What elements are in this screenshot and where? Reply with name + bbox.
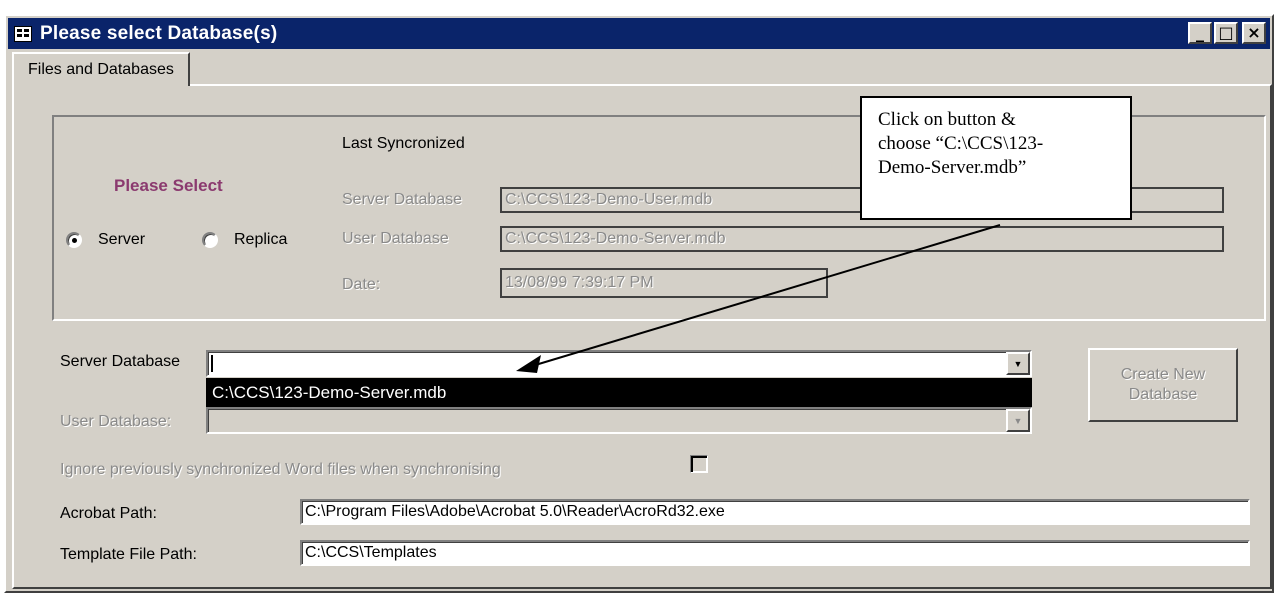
sync-server-db-label: Server Database (342, 191, 463, 208)
user-db-combo: ▼ (206, 407, 1032, 434)
minimize-icon: _ (1196, 23, 1204, 42)
chevron-down-icon: ▼ (1013, 415, 1023, 426)
last-sync-label: Last Syncronized (342, 135, 465, 152)
server-db-dropdown-button[interactable]: ▼ (1006, 352, 1030, 375)
create-new-database-button[interactable]: Create New Database (1088, 348, 1238, 422)
create-button-line2: Database (1128, 386, 1198, 403)
please-select-heading: Please Select (114, 176, 223, 195)
server-radio-label: Server (98, 231, 146, 248)
server-radio[interactable] (66, 232, 82, 248)
tab-label: Files and Databases (28, 61, 174, 78)
ignore-word-files-label: Ignore previously synchronized Word file… (60, 461, 501, 478)
server-db-combo[interactable]: ▼ (206, 350, 1032, 377)
server-db-dropdown-option[interactable]: C:\CCS\123-Demo-Server.mdb (206, 378, 1032, 407)
minimize-button[interactable]: _ (1188, 22, 1212, 44)
callout-line3: Demo-Server.mdb” (878, 157, 1027, 178)
ignore-word-files-checkbox[interactable] (690, 455, 708, 473)
callout-line1: Click on button & (878, 109, 1016, 130)
callout-line2: choose “C:\CCS\123- (878, 133, 1044, 154)
sync-server-db-value: C:\CCS\123-Demo-User.mdb (505, 191, 713, 208)
template-path-field[interactable]: C:\CCS\Templates (300, 540, 1250, 566)
replica-radio-label: Replica (234, 231, 288, 248)
title-bar[interactable]: Please select Database(s) _ □ × (8, 18, 1270, 49)
radio-dot (72, 238, 77, 243)
dropdown-option-label: C:\CCS\123-Demo-Server.mdb (212, 382, 447, 402)
acrobat-path-value: C:\Program Files\Adobe\Acrobat 5.0\Reade… (305, 503, 725, 520)
template-path-value: C:\CCS\Templates (305, 544, 437, 561)
acrobat-path-field[interactable]: C:\Program Files\Adobe\Acrobat 5.0\Reade… (300, 499, 1250, 525)
window-title: Please select Database(s) (40, 22, 278, 44)
sync-date-value: 13/08/99 7:39:17 PM (505, 274, 654, 291)
maximize-button[interactable]: □ (1214, 22, 1238, 44)
form-icon (14, 25, 32, 42)
instruction-callout: Click on button & choose “C:\CCS\123- De… (860, 96, 1132, 220)
tab-files-and-databases[interactable]: Files and Databases (12, 52, 190, 86)
server-db-label: Server Database (60, 353, 181, 370)
user-db-label: User Database: (60, 413, 172, 430)
sync-date-field: 13/08/99 7:39:17 PM (500, 268, 828, 298)
sync-user-db-value: C:\CCS\123-Demo-Server.mdb (505, 230, 726, 247)
window-controls: _ □ × (1188, 22, 1266, 44)
replica-radio[interactable] (202, 232, 218, 248)
sync-user-db-field: C:\CCS\123-Demo-Server.mdb (500, 226, 1224, 252)
chevron-down-icon: ▼ (1013, 358, 1023, 369)
template-path-label: Template File Path: (60, 546, 197, 563)
create-button-line1: Create New (1120, 366, 1206, 383)
sync-user-db-label: User Database (342, 230, 449, 247)
close-icon: × (1247, 23, 1261, 42)
user-db-dropdown-button: ▼ (1006, 409, 1030, 432)
close-button[interactable]: × (1242, 22, 1266, 44)
maximize-icon: □ (1218, 23, 1234, 42)
text-caret (211, 355, 213, 372)
acrobat-path-label: Acrobat Path: (60, 505, 157, 522)
sync-date-label: Date: (342, 276, 381, 293)
